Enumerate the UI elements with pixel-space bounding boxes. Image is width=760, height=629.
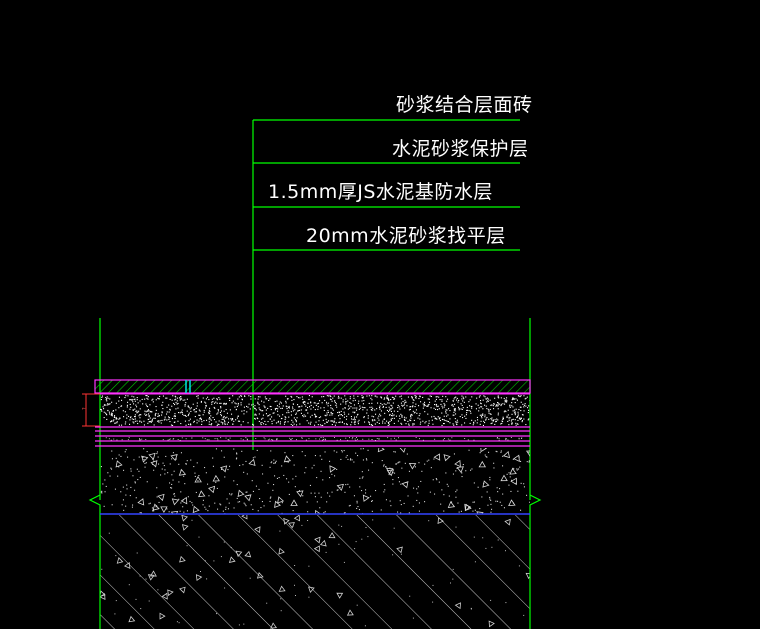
left-break-marker (88, 494, 101, 522)
cad-drawing-canvas: 砂浆结合层面砖 水泥砂浆保护层 1.5mm厚JS水泥基防水层 20mm水泥砂浆找… (0, 0, 760, 629)
label-leveling-layer: 20mm水泥砂浆找平层 (306, 225, 506, 247)
mortar-screed-layer (100, 395, 530, 426)
tile-layer (94, 379, 531, 394)
compacted-soil-layer (100, 515, 530, 629)
leveling-layer (105, 437, 523, 441)
label-protective-mortar: 水泥砂浆保护层 (392, 138, 529, 160)
floor-section-drawing: 砂浆结合层面砖 水泥砂浆保护层 1.5mm厚JS水泥基防水层 20mm水泥砂浆找… (82, 94, 542, 629)
label-tile-bedding: 砂浆结合层面砖 (396, 94, 533, 116)
right-break-marker (529, 494, 542, 522)
dimension-text: ? (82, 407, 88, 410)
concrete-base-layer (100, 448, 530, 514)
label-waterproof-layer: 1.5mm厚JS水泥基防水层 (268, 181, 493, 203)
